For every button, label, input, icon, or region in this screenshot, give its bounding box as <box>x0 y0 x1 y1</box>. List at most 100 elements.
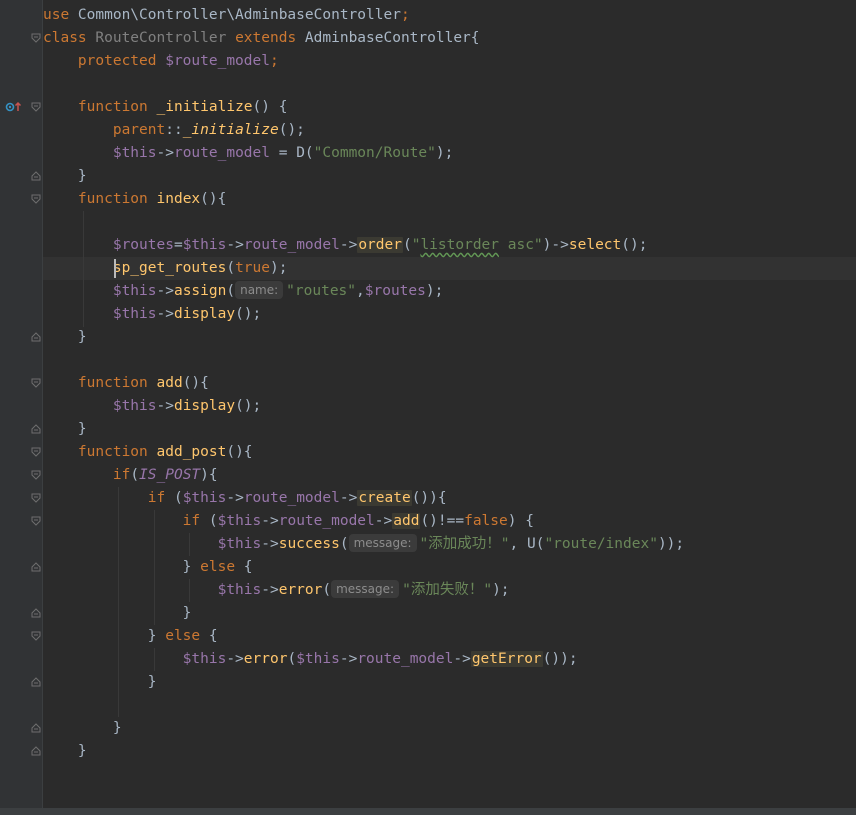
code-token: = <box>173 237 183 253</box>
code-line[interactable]: parent::_initialize(); <box>43 119 305 142</box>
fold-close-icon[interactable] <box>31 723 41 733</box>
code-token: index <box>156 191 201 207</box>
code-token: getError <box>470 651 543 667</box>
code-line[interactable]: } <box>43 602 192 625</box>
override-method-icon[interactable] <box>4 100 24 114</box>
code-line[interactable]: if(IS_POST){ <box>43 464 218 487</box>
code-line[interactable]: } <box>43 717 122 740</box>
code-token: function <box>43 191 157 207</box>
fold-open-icon[interactable] <box>31 447 41 457</box>
code-token: false <box>464 513 508 529</box>
code-line[interactable]: } <box>43 740 87 763</box>
code-token: -> <box>339 490 358 506</box>
fold-close-icon[interactable] <box>31 608 41 618</box>
code-token: -> <box>226 490 244 506</box>
code-token: "route/index" <box>544 536 658 552</box>
fold-open-icon[interactable] <box>31 194 41 204</box>
fold-close-icon[interactable] <box>31 746 41 756</box>
code-token: -> <box>339 237 358 253</box>
code-line[interactable]: function _initialize() { <box>43 96 288 119</box>
code-token: if <box>43 467 131 483</box>
code-line[interactable]: } <box>43 671 157 694</box>
code-token: $this <box>43 306 157 322</box>
fold-open-icon[interactable] <box>31 631 41 641</box>
code-line[interactable]: } else { <box>43 556 253 579</box>
code-token: )); <box>657 536 685 552</box>
code-token: ()!== <box>420 513 465 529</box>
fold-close-icon[interactable] <box>31 424 41 434</box>
code-line[interactable]: sp_get_routes(true); <box>43 257 288 280</box>
code-line[interactable]: function add(){ <box>43 372 209 395</box>
code-token: } <box>43 628 166 644</box>
code-token: add_post <box>156 444 227 460</box>
fold-open-icon[interactable] <box>31 33 41 43</box>
code-token: route_model <box>173 145 270 161</box>
code-token: $this <box>217 513 262 529</box>
code-token: -> <box>226 651 244 667</box>
code-token: ) { <box>507 513 534 529</box>
code-token: -> <box>453 651 471 667</box>
code-token: } <box>43 605 192 621</box>
code-line[interactable]: } else { <box>43 625 218 648</box>
code-token: asc" <box>499 237 543 253</box>
code-token: assign <box>173 283 227 299</box>
code-line[interactable]: if ($this->route_model->create()){ <box>43 487 447 510</box>
fold-open-icon[interactable] <box>31 378 41 388</box>
code-token: (); <box>235 398 262 414</box>
code-line[interactable]: $this->error(message: "添加失败！"); <box>43 579 510 602</box>
code-line[interactable]: class RouteController extends AdminbaseC… <box>43 27 480 50</box>
code-line[interactable]: $this->display(); <box>43 395 261 418</box>
code-token: () { <box>252 99 288 115</box>
code-token: error <box>243 651 288 667</box>
code-token: _initialize <box>182 122 279 138</box>
code-token: $this <box>43 582 262 598</box>
code-token: -> <box>339 651 358 667</box>
code-token: else <box>165 628 209 644</box>
code-line[interactable]: function index(){ <box>43 188 226 211</box>
code-line[interactable]: function add_post(){ <box>43 441 253 464</box>
code-token: create <box>357 490 412 506</box>
code-line[interactable]: } <box>43 326 87 349</box>
fold-open-icon[interactable] <box>31 493 41 503</box>
code-line[interactable]: if ($this->route_model->add()!==false) { <box>43 510 534 533</box>
code-line[interactable]: $routes=$this->route_model->order("listo… <box>43 234 647 257</box>
code-token: select <box>568 237 622 253</box>
code-token: "添加失败！" <box>402 582 493 598</box>
code-line[interactable]: $this->route_model = D("Common/Route"); <box>43 142 454 165</box>
fold-open-icon[interactable] <box>31 102 41 112</box>
code-line[interactable]: $this->display(); <box>43 303 261 326</box>
code-token: , <box>356 283 365 299</box>
code-line[interactable]: protected $route_model; <box>43 50 279 73</box>
fold-open-icon[interactable] <box>31 470 41 480</box>
fold-close-icon[interactable] <box>31 562 41 572</box>
fold-close-icon[interactable] <box>31 677 41 687</box>
code-line[interactable]: $this->assign(name: "routes",$routes); <box>43 280 443 303</box>
code-token: ){ <box>200 467 218 483</box>
code-token: $this <box>182 237 227 253</box>
fold-close-icon[interactable] <box>31 171 41 181</box>
code-token: } <box>43 720 122 736</box>
code-token: ()){ <box>411 490 447 506</box>
code-token: $routes <box>43 237 174 253</box>
code-editor[interactable]: use Common\Controller\AdminbaseControlle… <box>0 0 856 815</box>
code-token: -> <box>156 306 174 322</box>
code-token: { <box>208 628 218 644</box>
code-token: "routes" <box>286 283 357 299</box>
code-line[interactable]: } <box>43 418 87 441</box>
horizontal-scrollbar[interactable] <box>0 808 856 815</box>
code-token: display <box>173 398 236 414</box>
code-token: (); <box>278 122 305 138</box>
code-line[interactable]: } <box>43 165 87 188</box>
code-token: ( <box>287 651 297 667</box>
code-token: success <box>278 536 340 552</box>
fold-close-icon[interactable] <box>31 332 41 342</box>
code-area[interactable]: use Common\Controller\AdminbaseControlle… <box>43 0 856 808</box>
code-token: protected <box>43 53 166 69</box>
code-token: $this <box>296 651 340 667</box>
code-token: (){ <box>226 444 253 460</box>
code-token: IS_POST <box>139 467 201 483</box>
code-line[interactable]: $this->success(message: "添加成功！", U("route… <box>43 533 684 556</box>
fold-open-icon[interactable] <box>31 516 41 526</box>
code-line[interactable]: use Common\Controller\AdminbaseControlle… <box>43 4 410 27</box>
code-line[interactable]: $this->error($this->route_model->getErro… <box>43 648 578 671</box>
